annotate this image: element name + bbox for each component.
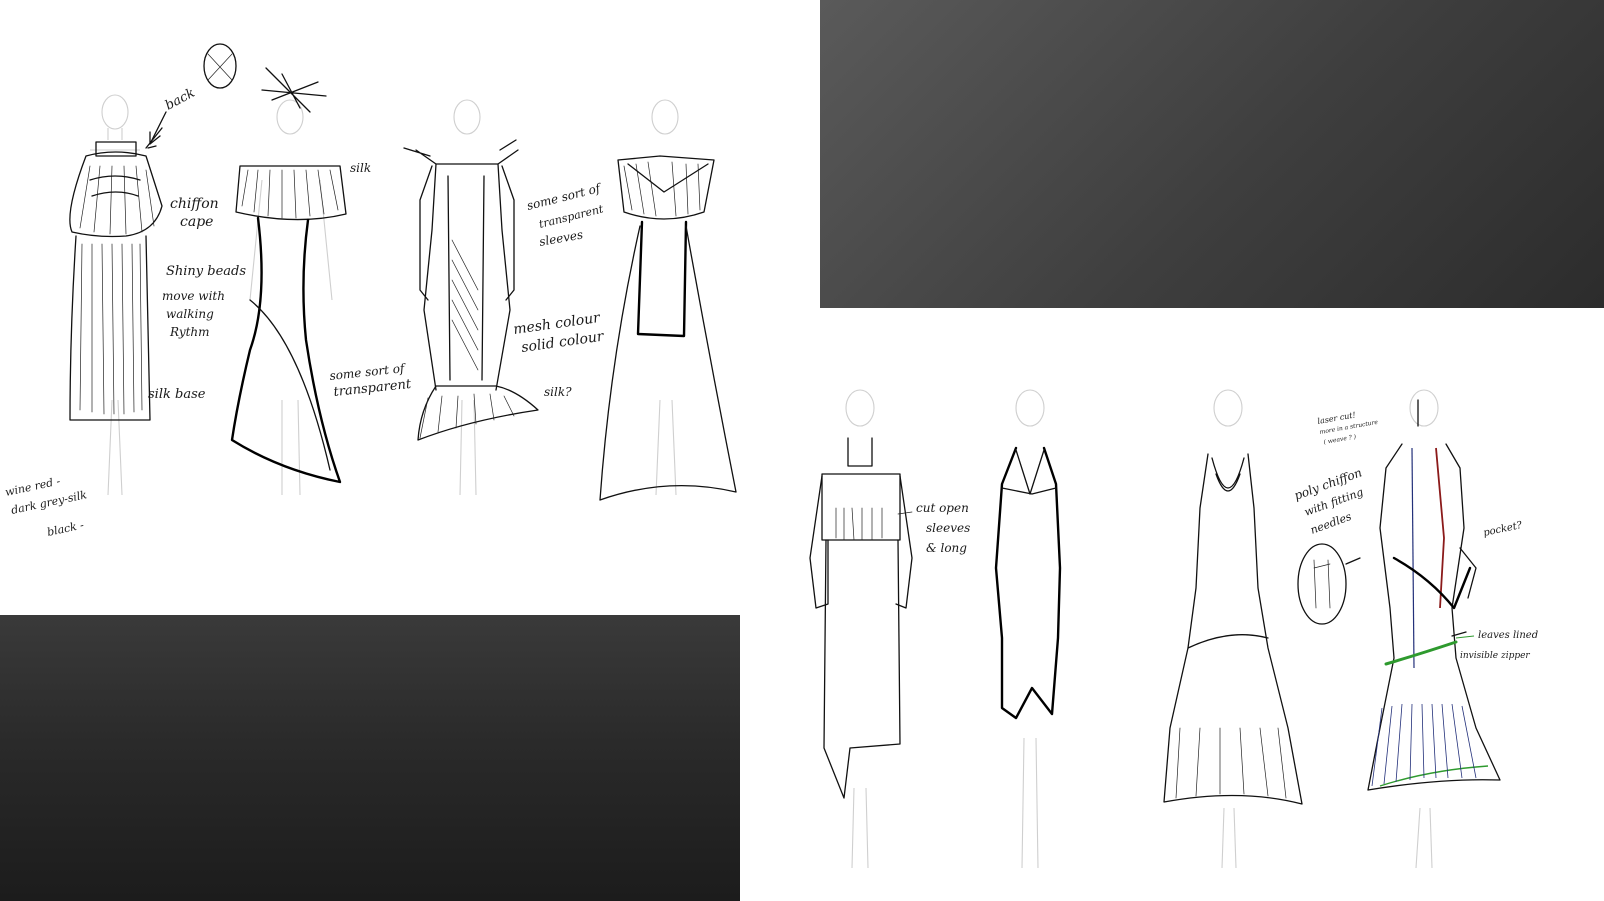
note-cutopen-3: & long	[926, 541, 967, 555]
figure-2-ruffle-dress	[230, 67, 347, 496]
note-beads-2: move with	[162, 289, 225, 303]
sketch-sheet-1: back chiffon cape Shiny beads move with …	[0, 0, 820, 615]
dark-panel-bottom-left	[0, 615, 740, 901]
note-pocket: pocket?	[1482, 520, 1523, 539]
sketch-sheet-1-drawing: back chiffon cape Shiny beads move with …	[4, 43, 737, 539]
note-chiffon-1: chiffon	[170, 196, 219, 212]
figure-7-cowl-gown	[1163, 389, 1303, 869]
note-cutopen-1: cut open	[916, 501, 969, 515]
figure-5-long-sleeve-gown	[809, 389, 913, 869]
figure-4-draped-gown	[599, 99, 737, 501]
note-beads-3: walking	[166, 307, 214, 321]
note-chiffon-2: cape	[180, 214, 213, 230]
note-sleeves-3: sleeves	[538, 227, 584, 248]
note-leaves: leaves lined	[1478, 630, 1538, 641]
note-beads-1: Shiny beads	[166, 264, 246, 279]
figure-6-halter-dress	[994, 389, 1062, 869]
dark-panel-top-right	[820, 0, 1604, 308]
note-silk-base: silk base	[148, 387, 206, 402]
figure-8-colored-gown	[1297, 389, 1501, 869]
note-beads-4: Rythm	[169, 325, 210, 339]
note-cutopen-2: sleeves	[926, 521, 970, 535]
note-zipper: invisible zipper	[1460, 651, 1530, 661]
figure-3-mermaid-gown	[403, 99, 539, 496]
sketch-sheet-2: cut open sleeves & long laser cut! more …	[740, 308, 1604, 901]
note-silk-2: silk?	[544, 385, 572, 399]
note-back: back	[163, 86, 198, 114]
note-laser-3: ( weave ? )	[1323, 433, 1357, 446]
note-silk-1: silk	[350, 161, 371, 175]
note-colour-3: black -	[46, 518, 85, 539]
sketch-sheet-2-drawing: cut open sleeves & long laser cut! more …	[809, 389, 1538, 869]
